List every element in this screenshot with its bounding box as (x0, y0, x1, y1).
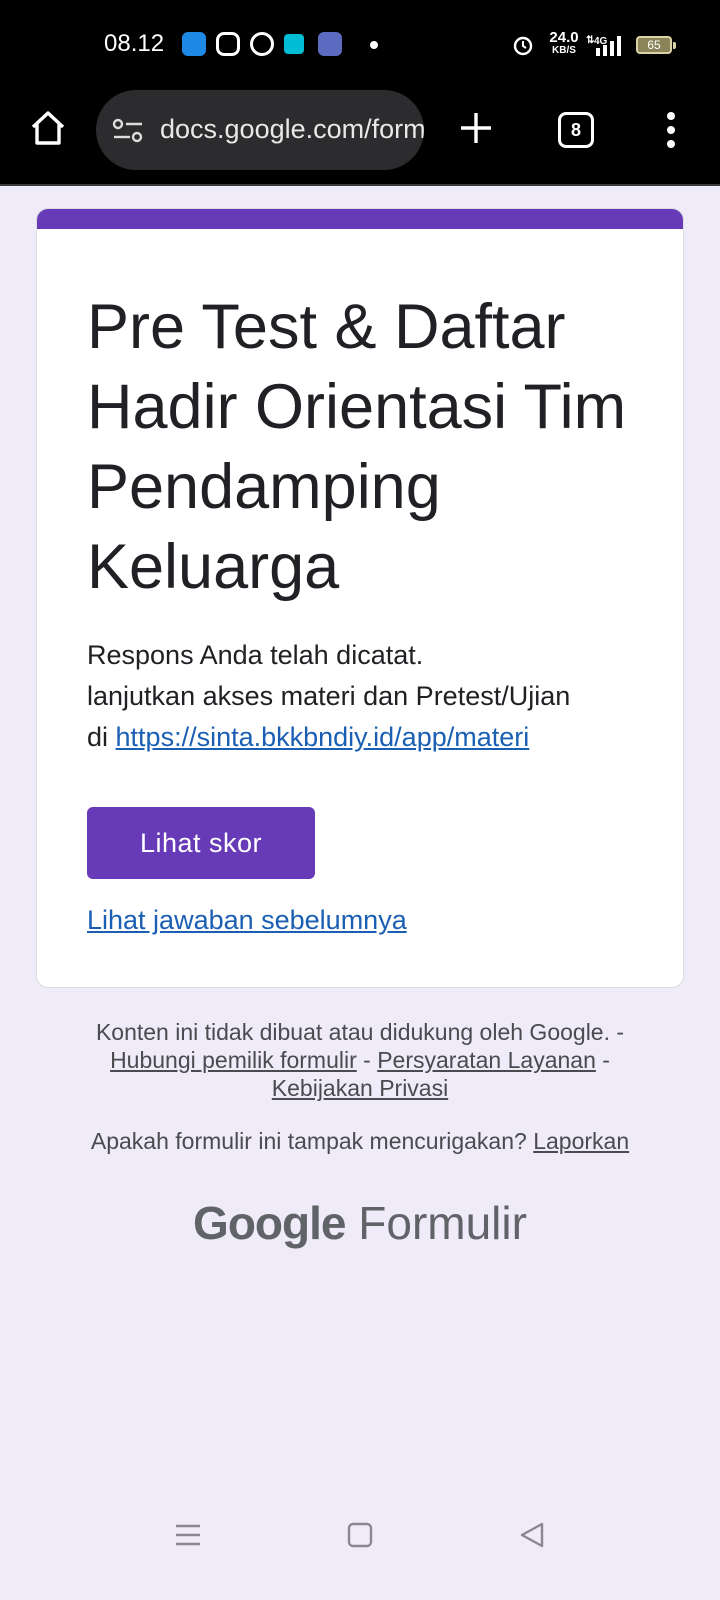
new-tab-icon[interactable] (458, 110, 494, 146)
materials-link[interactable]: https://sinta.bkkbndiy.id/app/materi (116, 722, 530, 752)
confirmation-line-2: lanjutkan akses materi dan Pretest/Ujian (87, 681, 571, 711)
suspicious-question: Apakah formulir ini tampak mencurigakan? (90, 1128, 534, 1154)
network-speed: 24.0 KB/S (546, 29, 582, 56)
separator: - (356, 1047, 378, 1073)
more-options-icon[interactable] (664, 110, 678, 150)
url-text[interactable]: docs.google.com/forms/d/e (160, 114, 424, 145)
home-nav-icon[interactable] (346, 1520, 374, 1550)
instagram-icon (216, 32, 240, 56)
back-nav-icon[interactable] (518, 1520, 546, 1550)
app-notification-icon (250, 32, 274, 56)
report-link[interactable]: Laporkan (533, 1128, 629, 1154)
status-time: 08.12 (104, 30, 165, 57)
browser-toolbar: docs.google.com/forms/d/e 8 (0, 90, 720, 186)
shopping-cart-icon (284, 34, 304, 54)
card-accent-bar (37, 209, 683, 229)
battery-indicator: 65 (636, 36, 676, 54)
confirmation-line-1: Respons Anda telah dicatat. (87, 640, 424, 670)
alarm-icon (513, 36, 533, 56)
address-bar[interactable]: docs.google.com/forms/d/e (96, 90, 424, 170)
view-score-button[interactable]: Lihat skor (87, 807, 315, 879)
weather-icon (318, 32, 342, 56)
recent-apps-icon[interactable] (174, 1520, 202, 1550)
contact-owner-link[interactable]: Hubungi pemilik formulir (110, 1047, 357, 1073)
more-notifications-dot (370, 41, 378, 49)
system-navigation-bar (0, 1520, 720, 1590)
app-notification-icon (182, 32, 206, 56)
form-confirmation-card: Pre Test & Daftar Hadir Orientasi Tim Pe… (36, 208, 684, 988)
brand-google: Google (193, 1197, 346, 1249)
confirmation-prefix: di (87, 722, 116, 752)
privacy-link[interactable]: Kebijakan Privasi (272, 1075, 448, 1101)
form-footer: Konten ini tidak dibuat atau didukung ol… (40, 1018, 680, 1102)
home-icon[interactable] (28, 108, 68, 148)
signal-icon: ⇅ 4G (586, 35, 621, 56)
confirmation-line-3: di https://sinta.bkkbndiy.id/app/materi (87, 717, 647, 758)
tab-switcher-button[interactable]: 8 (558, 112, 594, 148)
network-speed-unit: KB/S (552, 45, 576, 56)
terms-link[interactable]: Persyaratan Layanan (377, 1047, 596, 1073)
form-title: Pre Test & Daftar Hadir Orientasi Tim Pe… (87, 292, 627, 602)
brand-product: Formulir (358, 1197, 527, 1249)
confirmation-message: Respons Anda telah dicatat. lanjutkan ak… (87, 635, 647, 758)
view-previous-answers-link[interactable]: Lihat jawaban sebelumnya (87, 905, 407, 936)
status-bar: 08.12 24.0 KB/S ⇅ 4G 65 (0, 0, 720, 90)
separator: - (610, 1019, 625, 1045)
report-section: Apakah formulir ini tampak mencurigakan?… (40, 1128, 680, 1155)
separator: - (595, 1047, 610, 1073)
disclaimer-text: Konten ini tidak dibuat atau didukung ol… (95, 1019, 610, 1045)
network-speed-value: 24.0 (549, 29, 579, 46)
google-forms-logo: Google Formulir (0, 1196, 720, 1250)
site-settings-icon[interactable] (112, 118, 144, 144)
